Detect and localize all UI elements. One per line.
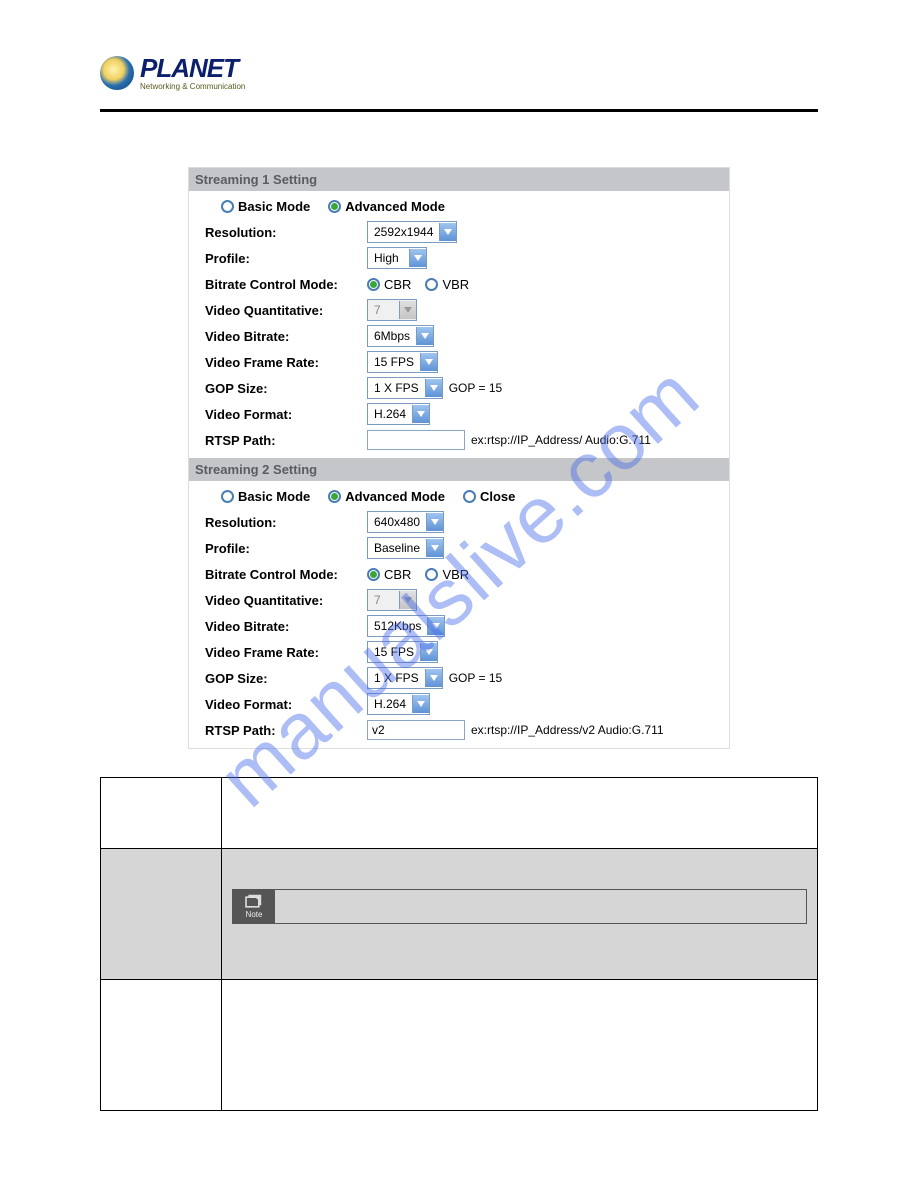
chevron-down-icon <box>420 643 437 661</box>
chevron-down-icon <box>420 353 437 371</box>
s1-resolution-value: 2592x1944 <box>368 225 439 239</box>
s2-bitrate-mode-label: Bitrate Control Mode: <box>205 567 367 582</box>
s1-advanced-mode-radio[interactable]: Advanced Mode <box>328 199 445 214</box>
s1-video-bitrate-select[interactable]: 6Mbps <box>367 325 434 347</box>
s2-video-quant-label: Video Quantitative: <box>205 593 367 608</box>
s2-rtsp-path-label: RTSP Path: <box>205 723 367 738</box>
s1-gop-equals: GOP = 15 <box>449 381 502 395</box>
s1-rtsp-path-label: RTSP Path: <box>205 433 367 448</box>
chevron-down-icon <box>439 223 456 241</box>
s1-frame-rate-select[interactable]: 15 FPS <box>367 351 438 373</box>
s2-cbr-radio[interactable]: CBR <box>367 567 411 582</box>
brand-name: PLANET <box>140 55 245 81</box>
s2-frame-rate-select[interactable]: 15 FPS <box>367 641 438 663</box>
s1-gop-size-label: GOP Size: <box>205 381 367 396</box>
chevron-down-icon <box>426 539 443 557</box>
s1-resolution-label: Resolution: <box>205 225 367 240</box>
s1-basic-label: Basic Mode <box>238 199 310 214</box>
s2-video-quant-select: 7 <box>367 589 417 611</box>
s2-close-radio[interactable]: Close <box>463 489 515 504</box>
s2-video-bitrate-select[interactable]: 512Kbps <box>367 615 445 637</box>
chevron-down-icon <box>409 249 426 267</box>
streaming-2-header: Streaming 2 Setting <box>189 458 729 481</box>
s1-video-format-label: Video Format: <box>205 407 367 422</box>
s1-vbr-radio[interactable]: VBR <box>425 277 469 292</box>
s1-frame-rate-value: 15 FPS <box>368 355 420 369</box>
streaming-settings-panel: Streaming 1 Setting Basic Mode Advanced … <box>188 167 730 749</box>
s2-vbr-radio[interactable]: VBR <box>425 567 469 582</box>
note-box: Note <box>232 889 807 924</box>
brand-logo: PLANET Networking & Communication <box>100 55 818 91</box>
streaming-1-body: Basic Mode Advanced Mode Resolution: 259… <box>189 191 729 458</box>
chevron-down-icon <box>426 513 443 531</box>
s1-rtsp-path-input[interactable] <box>367 430 465 450</box>
s1-gop-size-value: 1 X FPS <box>368 381 425 395</box>
s2-gop-size-label: GOP Size: <box>205 671 367 686</box>
globe-icon <box>100 56 134 90</box>
s2-profile-label: Profile: <box>205 541 367 556</box>
s1-profile-value: High <box>368 251 409 265</box>
s1-profile-label: Profile: <box>205 251 367 266</box>
s2-resolution-select[interactable]: 640x480 <box>367 511 444 533</box>
s2-rtsp-hint: ex:rtsp://IP_Address/v2 Audio:G.711 <box>471 723 664 737</box>
s1-cbr-radio[interactable]: CBR <box>367 277 411 292</box>
table-row <box>101 778 818 849</box>
s2-rtsp-path-input[interactable] <box>367 720 465 740</box>
s1-rtsp-hint: ex:rtsp://IP_Address/ Audio:G.711 <box>471 433 651 447</box>
s2-video-bitrate-label: Video Bitrate: <box>205 619 367 634</box>
description-table: Note <box>100 777 818 1111</box>
s1-basic-mode-radio[interactable]: Basic Mode <box>221 199 310 214</box>
s2-gop-equals: GOP = 15 <box>449 671 502 685</box>
s2-advanced-mode-radio[interactable]: Advanced Mode <box>328 489 445 504</box>
s1-gop-size-select[interactable]: 1 X FPS <box>367 377 443 399</box>
streaming-2-body: Basic Mode Advanced Mode Close Resolutio… <box>189 481 729 748</box>
table-row: Note <box>101 849 818 980</box>
s2-video-format-label: Video Format: <box>205 697 367 712</box>
s1-video-format-value: H.264 <box>368 407 412 421</box>
s1-video-bitrate-value: 6Mbps <box>368 329 416 343</box>
s1-video-quant-label: Video Quantitative: <box>205 303 367 318</box>
s2-frame-rate-label: Video Frame Rate: <box>205 645 367 660</box>
streaming-1-header: Streaming 1 Setting <box>189 168 729 191</box>
chevron-down-icon <box>427 617 444 635</box>
divider <box>100 109 818 112</box>
s1-advanced-label: Advanced Mode <box>345 199 445 214</box>
note-text <box>275 890 806 923</box>
s2-basic-mode-radio[interactable]: Basic Mode <box>221 489 310 504</box>
s2-gop-size-select[interactable]: 1 X FPS <box>367 667 443 689</box>
chevron-down-icon <box>412 405 429 423</box>
s1-profile-select[interactable]: High <box>367 247 427 269</box>
chevron-down-icon <box>399 591 416 609</box>
s2-resolution-label: Resolution: <box>205 515 367 530</box>
s1-video-format-select[interactable]: H.264 <box>367 403 430 425</box>
chevron-down-icon <box>399 301 416 319</box>
s1-bitrate-mode-label: Bitrate Control Mode: <box>205 277 367 292</box>
s1-frame-rate-label: Video Frame Rate: <box>205 355 367 370</box>
chevron-down-icon <box>416 327 433 345</box>
s1-video-bitrate-label: Video Bitrate: <box>205 329 367 344</box>
chevron-down-icon <box>412 695 429 713</box>
s1-video-quant-value: 7 <box>368 303 399 317</box>
table-row <box>101 980 818 1111</box>
s1-resolution-select[interactable]: 2592x1944 <box>367 221 457 243</box>
brand-tagline: Networking & Communication <box>140 83 245 91</box>
s1-video-quant-select: 7 <box>367 299 417 321</box>
note-icon: Note <box>233 890 275 923</box>
chevron-down-icon <box>425 379 442 397</box>
s2-profile-select[interactable]: Baseline <box>367 537 444 559</box>
s2-video-format-select[interactable]: H.264 <box>367 693 430 715</box>
chevron-down-icon <box>425 669 442 687</box>
